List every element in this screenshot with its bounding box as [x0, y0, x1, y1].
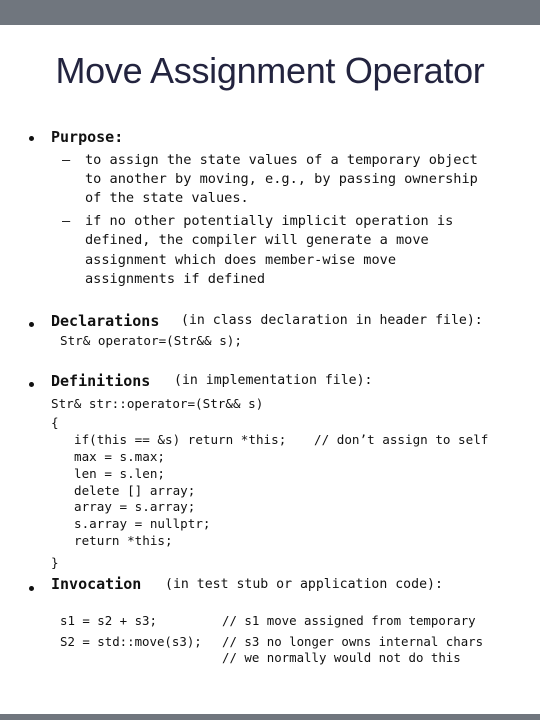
top-bar: [0, 0, 540, 25]
definitions-body-line: array = s.array;: [74, 499, 196, 514]
invocation-code: S2 = std::move(s3);: [60, 634, 202, 649]
bottom-bar: [0, 714, 540, 720]
definitions-close-brace: }: [51, 555, 59, 570]
purpose-dash-2: –: [62, 213, 71, 229]
purpose-item-2-line-4: assignments if defined: [85, 271, 266, 287]
slide-title: Move Assignment Operator: [55, 50, 485, 91]
purpose-item-1-line-2: to another by moving, e.g., by passing o…: [85, 171, 478, 187]
definitions-open-brace: {: [51, 415, 59, 430]
definitions-body-line: if(this == &s) return *this;: [74, 432, 287, 447]
bullet-icon: [29, 586, 34, 591]
declarations-heading: Declarations: [51, 312, 160, 330]
declarations-note: (in class declaration in header file):: [181, 313, 483, 328]
purpose-item-1-line-1: to assign the state values of a temporar…: [85, 152, 478, 168]
purpose-dash-1: –: [62, 152, 71, 168]
definitions-signature: Str& str::operator=(Str&& s): [51, 396, 264, 411]
bullet-icon: [29, 136, 34, 141]
invocation-heading: Invocation: [51, 575, 142, 593]
purpose-heading: Purpose:: [51, 128, 124, 146]
purpose-item-1-line-3: of the state values.: [85, 190, 249, 206]
definitions-body-line: return *this;: [74, 533, 173, 548]
bullet-icon: [29, 382, 34, 387]
definitions-body-line: max = s.max;: [74, 449, 165, 464]
purpose-item-2-line-2: defined, the compiler will generate a mo…: [85, 232, 429, 248]
definitions-body-line: len = s.len;: [74, 466, 165, 481]
bullet-icon: [29, 322, 34, 327]
definitions-heading: Definitions: [51, 372, 151, 390]
declarations-code: Str& operator=(Str&& s);: [60, 333, 242, 348]
invocation-note: (in test stub or application code):: [165, 577, 443, 592]
purpose-item-2-line-3: assignment which does member-wise move: [85, 252, 396, 268]
invocation-comment: // we normally would not do this: [222, 650, 461, 665]
definitions-body-line: delete [] array;: [74, 483, 196, 498]
definitions-self-comment: // don’t assign to self: [314, 432, 489, 447]
definitions-body-line: s.array = nullptr;: [74, 516, 211, 531]
invocation-code: s1 = s2 + s3;: [60, 613, 157, 628]
purpose-item-2-line-1: if no other potentially implicit operati…: [85, 213, 454, 229]
definitions-note: (in implementation file):: [174, 373, 373, 388]
invocation-comment: // s1 move assigned from temporary: [222, 613, 476, 628]
